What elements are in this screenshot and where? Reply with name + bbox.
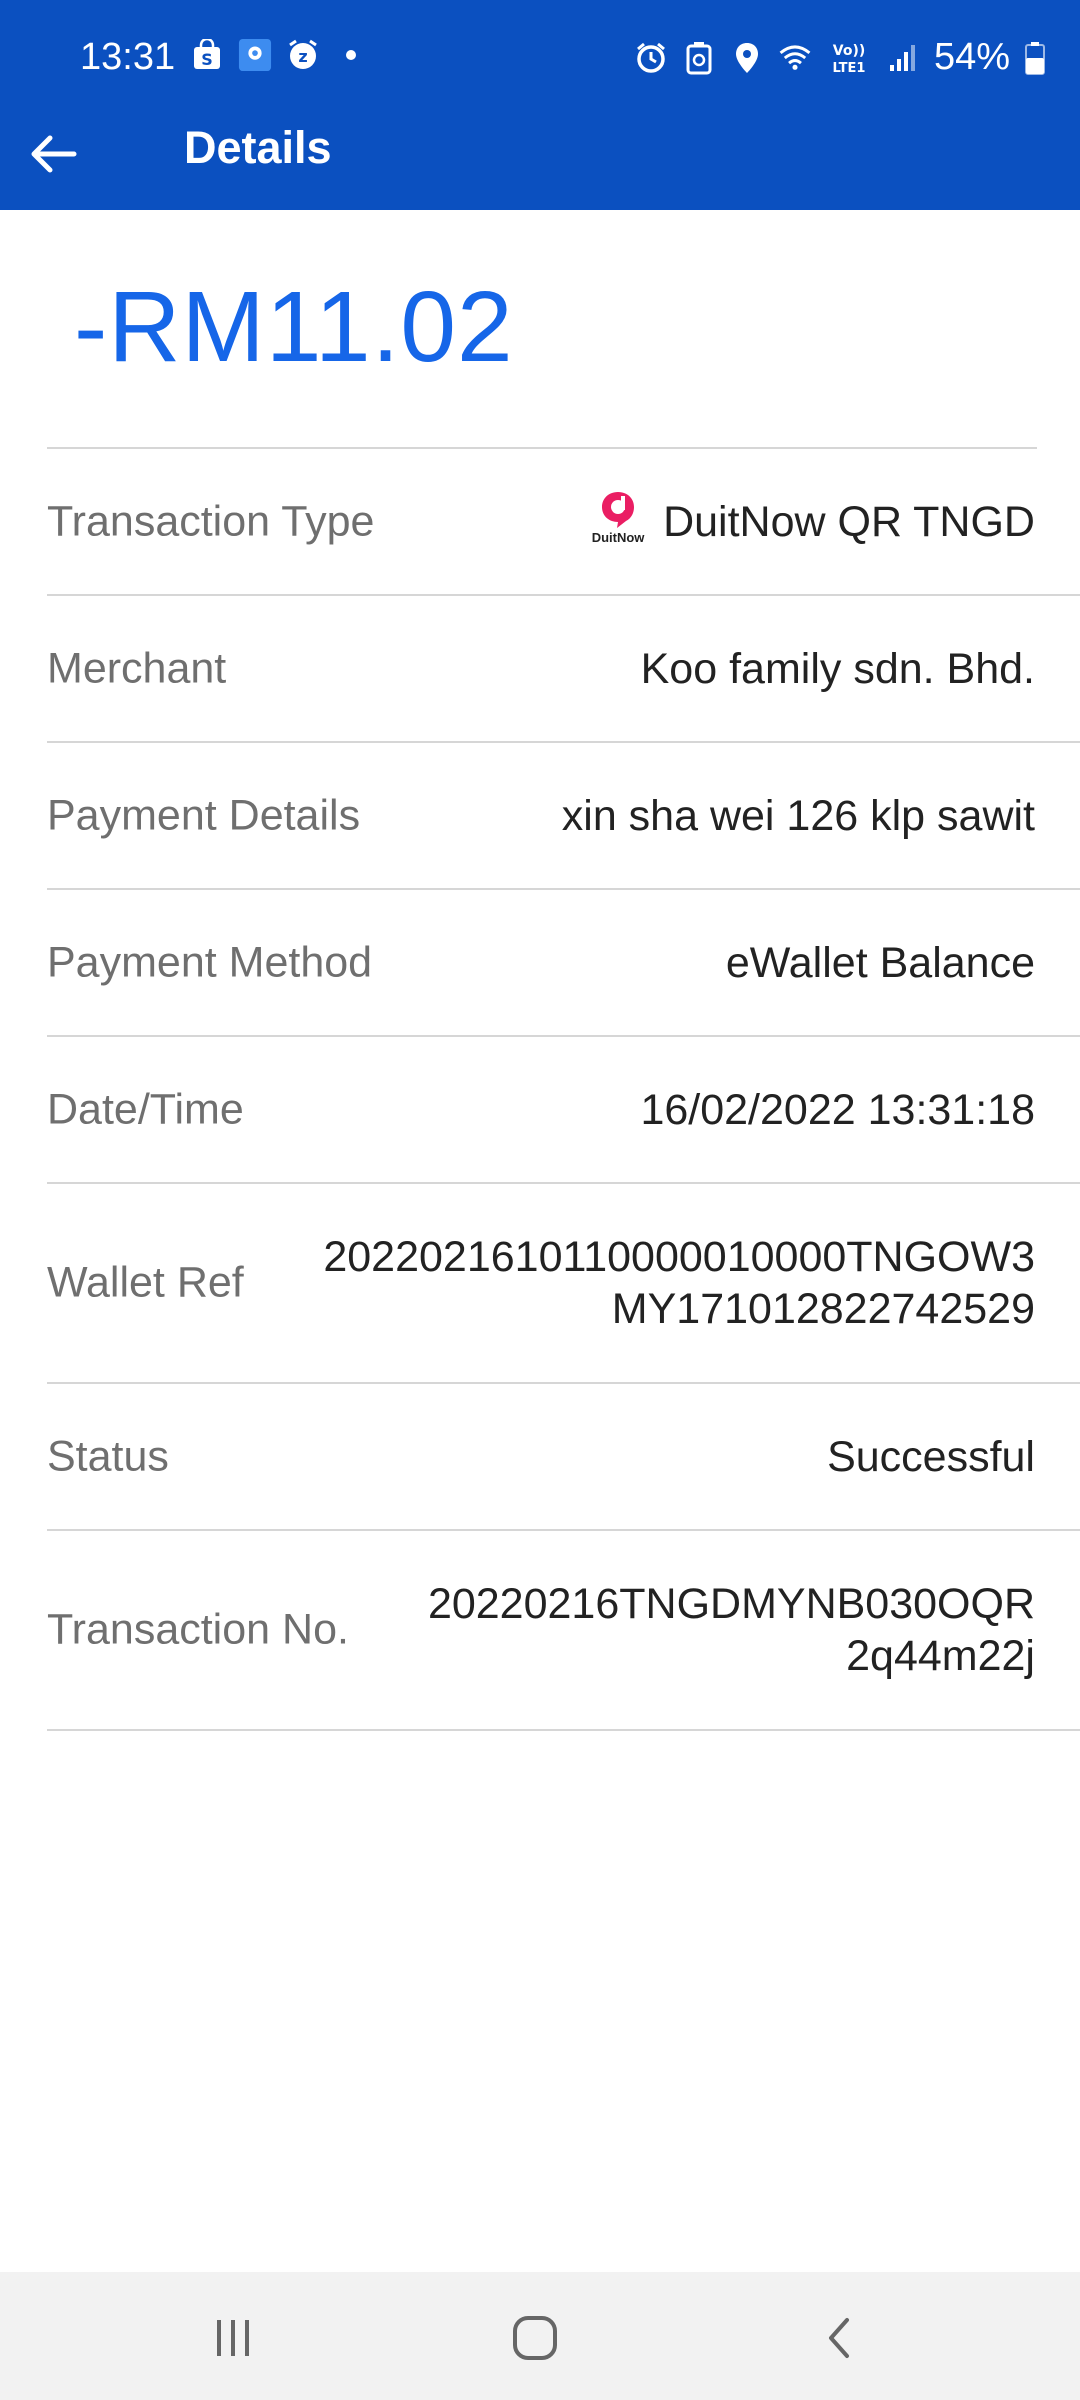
detail-label: Status [47, 1432, 169, 1480]
detail-label: Date/Time [47, 1085, 244, 1133]
detail-label: Payment Details [47, 791, 361, 839]
detail-row-wallet-ref: Wallet Ref 20220216101100000100​00TNGOW3… [47, 1184, 1080, 1384]
detail-value: 20220216101100000100​00TNGOW3 MY17101282… [275, 1231, 1035, 1335]
svg-text:z: z [298, 47, 307, 66]
shopee-icon: S [190, 38, 224, 72]
location-icon [730, 41, 764, 75]
wifi-icon [778, 41, 812, 75]
status-bar: 13:31 S z Vo)) LTE1 54% [0, 0, 1080, 118]
detail-row-payment-method: Payment Method eWallet Balance [47, 890, 1080, 1037]
recents-icon [217, 2320, 249, 2356]
transaction-type-value: DuitNow QR TNGD [663, 497, 1035, 546]
svg-text:Vo)): Vo)) [833, 43, 865, 59]
detail-row-transaction-type: Transaction Type DuitNow DuitNow QR TNGD [47, 449, 1080, 596]
battery-percent: 54% [933, 36, 1010, 78]
maps-app-icon [238, 38, 272, 72]
detail-label: Wallet Ref [47, 1258, 244, 1307]
system-nav-bar [0, 2272, 1080, 2400]
volte-icon: Vo)) LTE1 [826, 41, 872, 76]
detail-label: Merchant [47, 644, 227, 692]
top-bar: 13:31 S z Vo)) LTE1 54% Details [0, 0, 1080, 210]
transaction-no-line-2: 2q44m22j [846, 1632, 1035, 1680]
status-left-icons: S z [190, 38, 368, 72]
duitnow-logo-text: DuitNow [591, 529, 645, 545]
app-bar: Details [0, 118, 1080, 210]
detail-row-merchant: Merchant Koo family sdn. Bhd. [47, 596, 1080, 743]
page-title: Details [184, 122, 332, 173]
transaction-amount: -RM11.02 [74, 271, 514, 383]
signal-icon [886, 41, 920, 75]
nav-back-button[interactable] [794, 2298, 884, 2378]
svg-text:LTE1: LTE1 [832, 61, 865, 76]
alarm-snooze-icon: z [286, 38, 320, 72]
wallet-ref-line-1: 20220216101100000100​00TNGOW3 [323, 1233, 1035, 1281]
wallet-ref-line-2: MY171012822742529 [611, 1285, 1035, 1333]
svg-text:S: S [201, 50, 213, 69]
home-button[interactable] [490, 2298, 580, 2378]
detail-row-transaction-no: Transaction No. 20220216TNGDMYNB030OQR 2… [47, 1531, 1080, 1731]
back-button[interactable] [22, 122, 86, 186]
alarm-icon [634, 41, 668, 75]
detail-row-status: Status Successful [47, 1384, 1080, 1531]
detail-label: Transaction Type [47, 497, 375, 545]
status-right-icons: Vo)) LTE1 54% [634, 36, 1046, 79]
home-icon [513, 2316, 557, 2360]
dot-icon [334, 38, 368, 72]
detail-value: 20220216TNGDMYNB030OQR 2q44m22j [275, 1578, 1035, 1682]
status-time: 13:31 [80, 36, 176, 78]
details-list: Transaction Type DuitNow DuitNow QR TNGD… [0, 449, 1080, 1731]
transaction-no-line-1: 20220216TNGDMYNB030OQR [427, 1580, 1035, 1628]
detail-value: Successful [827, 1432, 1035, 1481]
detail-label: Payment Method [47, 938, 373, 986]
battery-icon [1024, 41, 1046, 75]
detail-value: DuitNow DuitNow QR TNGD [587, 490, 1035, 554]
nav-back-icon [829, 2318, 849, 2358]
detail-value: 16/02/2022 13:31:18 [640, 1085, 1035, 1134]
recents-button[interactable] [188, 2298, 278, 2378]
arrow-left-icon [31, 135, 77, 173]
detail-value: xin sha wei 126 klp sawit [561, 791, 1035, 840]
recycle-battery-icon [682, 41, 716, 75]
duitnow-logo-icon: DuitNow [587, 490, 649, 554]
detail-row-payment-details: Payment Details xin sha wei 126 klp sawi… [47, 743, 1080, 890]
detail-value: eWallet Balance [725, 938, 1035, 987]
detail-row-date-time: Date/Time 16/02/2022 13:31:18 [47, 1037, 1080, 1184]
detail-value: Koo family sdn. Bhd. [640, 644, 1035, 693]
